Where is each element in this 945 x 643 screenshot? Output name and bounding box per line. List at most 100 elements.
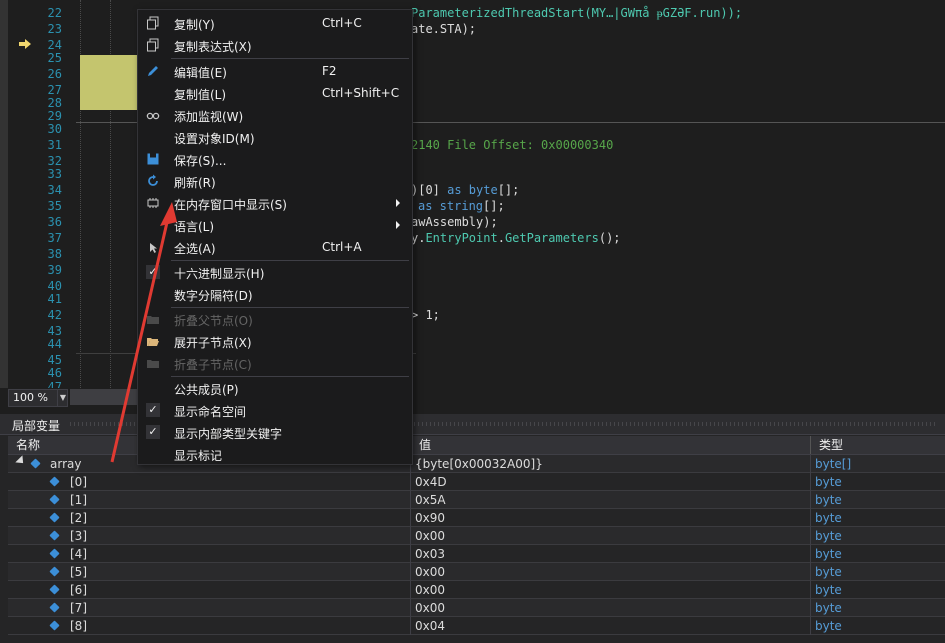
table-row[interactable]: [6] 0x00 byte (8, 581, 945, 599)
variable-name: array (50, 457, 82, 471)
type-cell: byte (815, 619, 842, 633)
menu-item-show-namespaces[interactable]: ✓ 显示命名空间 (138, 399, 412, 421)
menu-item-refresh[interactable]: 刷新(R) (138, 170, 412, 192)
name-cell: [8] (8, 617, 411, 635)
menu-item-label: 全选(A) (174, 242, 216, 256)
menu-item-public-members[interactable]: 公共成员(P) (138, 377, 412, 399)
menu-item-collapse-parent[interactable]: 折叠父节点(O) (138, 308, 412, 330)
table-row[interactable]: [3] 0x00 byte (8, 527, 945, 545)
variable-name: [4] (70, 547, 87, 561)
menu-item-label: 刷新(R) (174, 176, 216, 190)
menu-item-label: 展开子节点(X) (174, 336, 252, 350)
type-cell: byte (815, 511, 842, 525)
folder-icon (146, 356, 160, 370)
table-row[interactable]: [0] 0x4D byte (8, 473, 945, 491)
zoom-level-value: 100 % (13, 391, 48, 404)
menu-item-add-watch[interactable]: 添加监视(W) (138, 104, 412, 126)
code-text: . (497, 231, 505, 245)
variable-name: [0] (70, 475, 87, 489)
menu-item-save[interactable]: 保存(S)... (138, 148, 412, 170)
value-cell[interactable]: {byte[0x00032A00]} (411, 455, 811, 473)
menu-item-copy[interactable]: 复制(Y) Ctrl+C (138, 12, 412, 34)
checkmark-icon: ✓ (146, 265, 160, 279)
value-cell[interactable]: 0x90 (411, 509, 811, 527)
chevron-down-icon[interactable]: ▼ (57, 390, 68, 406)
variable-name: [5] (70, 565, 87, 579)
value-cell[interactable]: 0x4D (411, 473, 811, 491)
line-number: 45 (47, 353, 62, 367)
menu-item-expand-children[interactable]: 展开子节点(X) (138, 330, 412, 352)
menu-item-copy-value[interactable]: 复制值(L) Ctrl+Shift+C (138, 82, 412, 104)
type-cell: byte (815, 529, 842, 543)
type-cell: byte (815, 565, 842, 579)
menu-item-language[interactable]: 语言(L) (138, 214, 412, 236)
variable-name: [8] (70, 619, 87, 633)
code-line-42: > 1; (411, 308, 440, 322)
code-keyword: string (432, 199, 484, 213)
menu-item-set-object-id[interactable]: 设置对象ID(M) (138, 126, 412, 148)
folder-icon (146, 312, 160, 326)
table-row[interactable]: [1] 0x5A byte (8, 491, 945, 509)
type-cell: byte (815, 493, 842, 507)
menu-item-edit-value[interactable]: 编辑值(E) F2 (138, 60, 412, 82)
menu-item-show-intrinsic-type-keywords[interactable]: ✓ 显示内部类型关键字 (138, 421, 412, 443)
table-row[interactable]: [7] 0x00 byte (8, 599, 945, 617)
type-cell: byte (815, 475, 842, 489)
value-cell[interactable]: 0x03 (411, 545, 811, 563)
menu-item-select-all[interactable]: 全选(A) Ctrl+A (138, 236, 412, 258)
glasses-icon (146, 108, 160, 122)
variable-name: [1] (70, 493, 87, 507)
table-row[interactable]: [8] 0x04 byte (8, 617, 945, 635)
menu-item-show-tokens[interactable]: 显示标记 (138, 443, 412, 465)
menu-item-label: 折叠父节点(O) (174, 314, 253, 328)
column-header-value[interactable]: 值 (411, 436, 811, 454)
menu-separator (171, 58, 409, 59)
select-all-cursor-icon (146, 240, 160, 254)
menu-item-label: 十六进制显示(H) (174, 267, 265, 281)
code-keyword: as (447, 183, 462, 197)
checkmark-icon: ✓ (146, 403, 160, 417)
open-folder-icon (146, 334, 160, 348)
line-number: 30 (47, 122, 62, 136)
menu-item-hex-display[interactable]: ✓ 十六进制显示(H) (138, 261, 412, 283)
menu-item-copy-expression[interactable]: 复制表达式(X) (138, 34, 412, 56)
column-header-type[interactable]: 类型 (811, 436, 945, 454)
table-row[interactable]: [5] 0x00 byte (8, 563, 945, 581)
zoom-level-dropdown[interactable]: 100 % ▼ (8, 389, 68, 407)
code-text: ParameterizedThreadStart(MY…|GWπå ᵽGZƏF.… (411, 6, 743, 20)
menu-item-label: 复制(Y) (174, 18, 215, 32)
checkmark-icon: ✓ (146, 425, 160, 439)
value-cell[interactable]: 0x00 (411, 563, 811, 581)
method-separator (76, 122, 138, 123)
glyph-margin[interactable] (8, 0, 36, 388)
name-cell: [7] (8, 599, 411, 617)
name-cell: [4] (8, 545, 411, 563)
menu-item-show-in-memory-window[interactable]: 在内存窗口中显示(S) (138, 192, 412, 214)
value-cell[interactable]: 0x04 (411, 617, 811, 635)
line-number: 34 (47, 183, 62, 197)
menu-item-label: 复制表达式(X) (174, 40, 252, 54)
menu-item-digit-separators[interactable]: 数字分隔符(D) (138, 283, 412, 305)
memory-chip-icon (146, 196, 160, 210)
variable-name: [6] (70, 583, 87, 597)
variable-cube-icon (49, 530, 60, 541)
value-cell[interactable]: 0x00 (411, 599, 811, 617)
menu-item-collapse-children[interactable]: 折叠子节点(C) (138, 352, 412, 374)
name-cell: [1] (8, 491, 411, 509)
line-number: 24 (47, 38, 62, 52)
value-cell[interactable]: 0x00 (411, 527, 811, 545)
expand-collapse-icon[interactable] (15, 455, 27, 467)
type-cell: byte (815, 547, 842, 561)
code-line-31: 2140 File Offset: 0x00000340 (411, 138, 613, 152)
submenu-arrow-icon (396, 221, 400, 229)
code-text: awAssembly); (411, 215, 498, 229)
value-cell[interactable]: 0x00 (411, 581, 811, 599)
copy-icon (146, 16, 160, 30)
table-row[interactable]: [4] 0x03 byte (8, 545, 945, 563)
table-row[interactable]: [2] 0x90 byte (8, 509, 945, 527)
value-cell[interactable]: 0x5A (411, 491, 811, 509)
code-text: y. (411, 231, 426, 245)
menu-item-label: 设置对象ID(M) (174, 132, 255, 146)
name-cell: [6] (8, 581, 411, 599)
shortcut-label: Ctrl+Shift+C (322, 86, 400, 100)
